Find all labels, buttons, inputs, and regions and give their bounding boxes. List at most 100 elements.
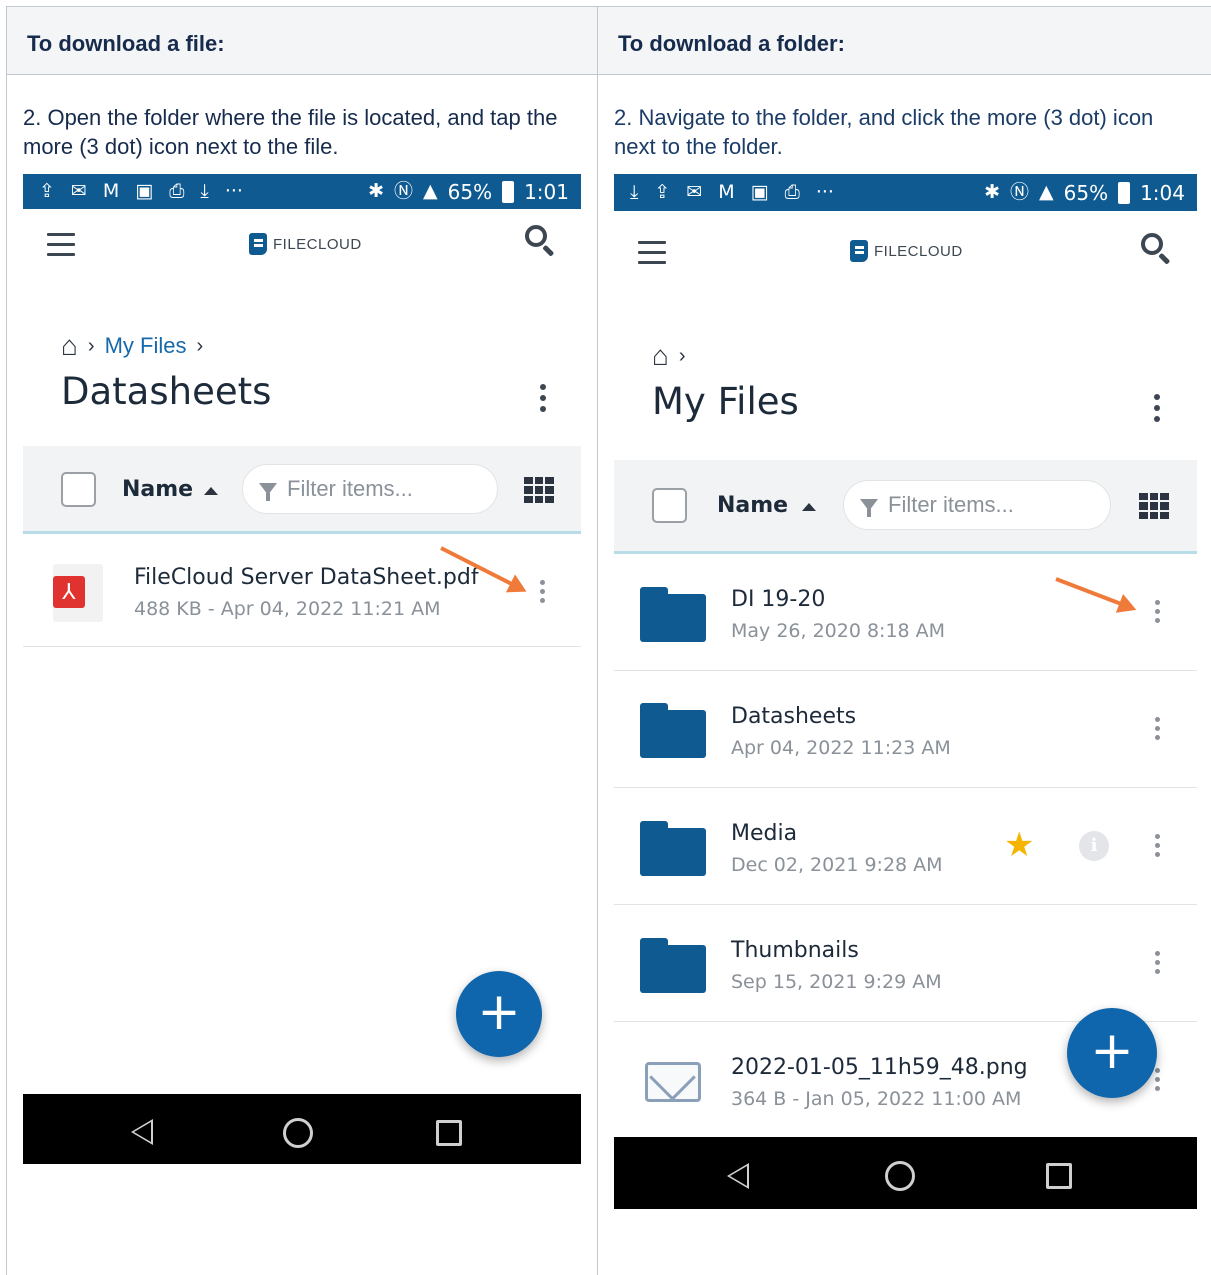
gmail-icon: M [102, 180, 120, 202]
sort-ascending-icon[interactable] [802, 503, 816, 511]
filecloud-logo: FILECLOUD [850, 240, 963, 262]
step-caption: 2. Navigate to the folder, and click the… [614, 105, 1154, 159]
filecloud-logo-icon [249, 233, 267, 255]
column-header: To download a file: [7, 7, 597, 75]
file-more-icon[interactable] [540, 580, 548, 607]
home-icon[interactable]: ⌂ [61, 332, 78, 360]
download-icon: ⤓ [630, 181, 639, 203]
filecloud-logo-icon [850, 240, 868, 262]
info-icon[interactable]: i [1079, 831, 1109, 861]
status-bar: ⇪ ✉ M ▣ ⎙ ⤓ ··· ✱ Ⓝ ▲ 65% 1:01 [23, 174, 581, 209]
home-icon[interactable]: ⌂ [652, 342, 669, 370]
printer-icon: ⎙ [169, 180, 185, 202]
menu-icon[interactable] [638, 241, 666, 271]
more-notifications: ··· [224, 180, 243, 202]
download-icon: ⤓ [200, 180, 209, 202]
phone-screenshot: ⤓ ⇪ ✉ M ▣ ⎙ ··· ✱ Ⓝ ▲ 65% 1:04 FILECLOUD… [614, 174, 1197, 1209]
pdf-icon: ⅄ [53, 564, 103, 622]
book-icon: ▣ [135, 180, 154, 202]
upload-icon: ⇪ [654, 181, 671, 203]
signal-icon: ▲ [1039, 181, 1054, 203]
item-more-icon[interactable] [1155, 600, 1163, 627]
item-meta: 364 B - Jan 05, 2022 11:00 AM [731, 1088, 1022, 1110]
more-notifications: ··· [815, 181, 834, 203]
nfc-icon: Ⓝ [393, 180, 413, 202]
filter-input[interactable]: Filter items... [843, 480, 1111, 530]
add-button[interactable]: + [1067, 1008, 1157, 1098]
sort-by-name[interactable]: Name [717, 493, 788, 518]
item-more-icon[interactable] [1155, 951, 1163, 978]
search-icon[interactable] [1141, 233, 1171, 265]
item-name[interactable]: Media [731, 821, 797, 846]
nfc-icon: Ⓝ [1009, 181, 1029, 203]
signal-icon: ▲ [423, 180, 438, 202]
select-all-checkbox[interactable] [652, 488, 687, 523]
folder-icon [640, 938, 706, 993]
sort-by-name[interactable]: Name [122, 477, 193, 502]
breadcrumb: ⌂ › My Files › [61, 332, 203, 360]
filecloud-logo: FILECLOUD [249, 233, 362, 255]
chevron-right-icon: › [87, 334, 95, 357]
sms-icon: ✉ [686, 181, 703, 203]
list-item[interactable]: DI 19-20 May 26, 2020 8:18 AM [614, 554, 1197, 671]
list-item[interactable]: ⅄ FileCloud Server DataSheet.pdf 488 KB … [23, 534, 581, 647]
star-icon[interactable]: ★ [1004, 828, 1034, 862]
folder-more-icon[interactable] [1154, 394, 1162, 427]
list-item[interactable]: Media Dec 02, 2021 9:28 AM ★ i [614, 788, 1197, 905]
menu-icon[interactable] [47, 233, 75, 263]
breadcrumb-my-files[interactable]: My Files [105, 333, 187, 359]
app-bar: FILECLOUD [23, 209, 581, 284]
item-more-icon[interactable] [1155, 1068, 1163, 1095]
chevron-right-icon: › [678, 344, 686, 367]
filter-icon [860, 499, 878, 517]
list-header: Name Filter items... [23, 446, 581, 534]
folder-more-icon[interactable] [540, 384, 548, 417]
back-icon[interactable] [727, 1163, 749, 1189]
status-bar: ⤓ ⇪ ✉ M ▣ ⎙ ··· ✱ Ⓝ ▲ 65% 1:04 [614, 174, 1197, 211]
item-more-icon[interactable] [1155, 834, 1163, 861]
item-name[interactable]: Datasheets [731, 704, 856, 729]
add-button[interactable]: + [456, 971, 542, 1057]
battery-percent: 65% [1063, 180, 1109, 205]
home-circle-icon[interactable] [885, 1161, 915, 1191]
recents-icon[interactable] [1046, 1163, 1072, 1189]
gmail-icon: M [718, 181, 735, 203]
printer-icon: ⎙ [784, 181, 800, 203]
page-title: My Files [652, 380, 799, 423]
list-item[interactable]: Thumbnails Sep 15, 2021 9:29 AM [614, 905, 1197, 1022]
item-meta: Sep 15, 2021 9:29 AM [731, 971, 942, 993]
search-icon[interactable] [525, 225, 555, 257]
battery-icon [502, 180, 515, 203]
item-meta: Dec 02, 2021 9:28 AM [731, 854, 943, 876]
home-circle-icon[interactable] [283, 1118, 313, 1148]
filter-input[interactable]: Filter items... [242, 464, 498, 514]
file-download-column: To download a file: 2. Open the folder w… [7, 7, 598, 1275]
item-name[interactable]: 2022-01-05_11h59_48.png [731, 1055, 1028, 1080]
instruction-table: To download a file: 2. Open the folder w… [6, 6, 1211, 1275]
back-icon[interactable] [131, 1119, 153, 1145]
recents-icon[interactable] [436, 1120, 462, 1146]
column-header: To download a folder: [598, 7, 1211, 75]
grid-view-icon[interactable] [1139, 493, 1169, 519]
page-title: Datasheets [61, 370, 272, 413]
item-name[interactable]: DI 19-20 [731, 587, 825, 612]
list-item[interactable]: Datasheets Apr 04, 2022 11:23 AM [614, 671, 1197, 788]
battery-icon [1118, 181, 1131, 204]
grid-view-icon[interactable] [524, 477, 554, 503]
item-more-icon[interactable] [1155, 717, 1163, 744]
upload-icon: ⇪ [39, 180, 55, 202]
item-meta: Apr 04, 2022 11:23 AM [731, 737, 951, 759]
step-caption: 2. Open the folder where the file is loc… [23, 105, 558, 159]
breadcrumb: ⌂ › [652, 342, 686, 370]
list-header: Name Filter items... [614, 460, 1197, 554]
sort-ascending-icon[interactable] [204, 487, 218, 495]
folder-icon [640, 587, 706, 642]
folder-icon [640, 821, 706, 876]
file-name[interactable]: FileCloud Server DataSheet.pdf [134, 565, 479, 590]
image-file-icon [645, 1062, 701, 1102]
item-name[interactable]: Thumbnails [731, 938, 859, 963]
select-all-checkbox[interactable] [61, 472, 96, 507]
folder-download-column: To download a folder: 2. Navigate to the… [598, 7, 1211, 1275]
android-nav-bar [23, 1094, 581, 1164]
sms-icon: ✉ [70, 180, 87, 202]
